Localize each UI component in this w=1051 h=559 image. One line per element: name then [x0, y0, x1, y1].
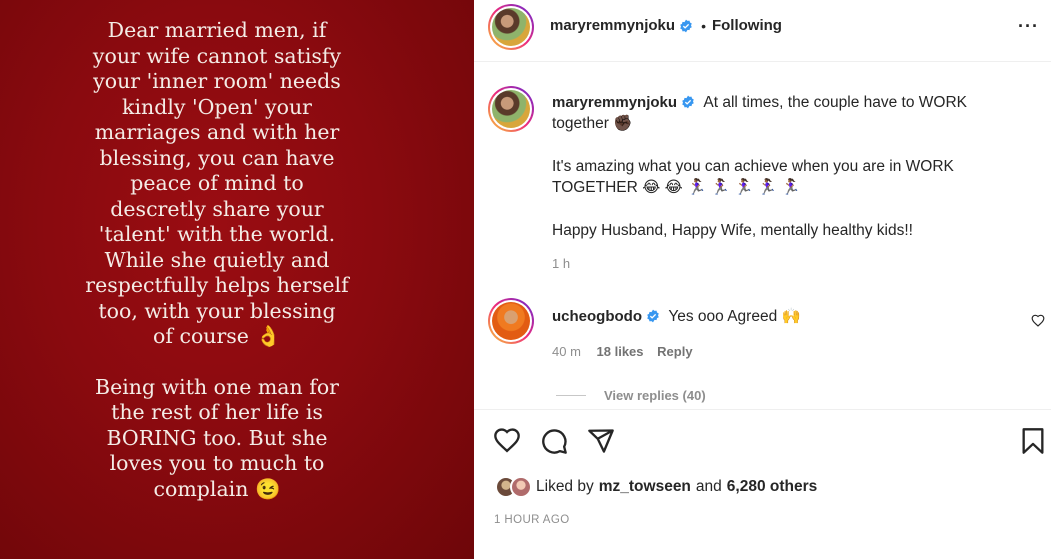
image-text-line: loves you to much to [109, 451, 325, 475]
post-image-text: Dear married men, if your wife cannot sat… [40, 18, 394, 502]
image-text-line: peace of mind to [130, 171, 304, 195]
image-text-line: too, with your blessing [98, 298, 336, 323]
comment-icon[interactable] [540, 427, 568, 455]
view-replies-line [556, 395, 586, 396]
comment-likes[interactable]: 18 likes [597, 344, 644, 359]
image-text-line: BORING too. But she [106, 425, 328, 450]
view-replies[interactable]: View replies (40) [556, 388, 706, 403]
author-avatar[interactable] [488, 4, 534, 50]
verified-badge-icon [647, 309, 659, 323]
image-text-line: of course 👌 [153, 324, 281, 348]
post-image[interactable]: Dear married men, if your wife cannot sat… [0, 0, 474, 559]
image-text-line: complain 😉 [153, 476, 281, 501]
image-text-line: your 'inner room' needs [93, 69, 341, 93]
separator-dot: • [701, 17, 706, 34]
author-username[interactable]: maryremmynjoku [550, 17, 675, 34]
comment-text: Yes ooo Agreed 🙌 [668, 308, 801, 325]
image-text-line: kindly 'Open' your [122, 94, 312, 119]
post-detail-panel: maryremmynjoku • Following ··· maryremmy… [474, 0, 1051, 559]
image-text-line: Dear married men, if [107, 18, 327, 42]
image-text-line: respectfully helps herself [85, 273, 349, 297]
liked-by: Liked by mz_towseen and 6,280 others [495, 476, 817, 498]
post-header: maryremmynjoku • Following ··· [474, 0, 1051, 62]
commenter-username[interactable]: ucheogbodo [552, 308, 642, 325]
caption-author-avatar[interactable] [488, 86, 534, 132]
comment-like-heart-icon[interactable] [1031, 314, 1045, 328]
heart-icon[interactable] [493, 427, 521, 455]
comment-reply-button[interactable]: Reply [657, 344, 692, 359]
liked-others[interactable]: 6,280 others [727, 478, 817, 496]
liker-avatar-2[interactable] [510, 476, 532, 498]
commenter-avatar[interactable] [488, 298, 534, 344]
image-text-line: 'talent' with the world. [98, 222, 336, 246]
caption-line-3: Happy Husband, Happy Wife, mentally heal… [552, 222, 913, 239]
verified-badge-icon [680, 19, 692, 32]
image-text-line: your wife cannot satisfy [92, 43, 342, 68]
share-icon[interactable] [587, 427, 615, 455]
liked-prefix: Liked by [536, 478, 594, 495]
image-text-line: marriages and with her [94, 120, 340, 144]
image-text-line: Being with one man for [95, 374, 339, 399]
caption-username[interactable]: maryremmynjoku [552, 94, 677, 111]
image-text-line: the rest of her life is [111, 400, 323, 424]
caption-time[interactable]: 1 h [552, 256, 992, 271]
more-options-icon[interactable]: ··· [1018, 16, 1039, 37]
caption-line-2: It's amazing what you can achieve when y… [552, 158, 954, 196]
image-text-line: blessing, you can have [99, 145, 335, 170]
post-image-paragraph-2: Being with one man for the rest of her li… [40, 375, 394, 503]
liked-user[interactable]: mz_towseen [599, 478, 691, 496]
view-replies-label[interactable]: View replies (40) [604, 388, 706, 403]
post-actions: Liked by mz_towseen and 6,280 others 1 H… [474, 409, 1051, 559]
comment: ucheogbodo Yes ooo Agreed 🙌 40 m 18 like… [552, 306, 992, 359]
bookmark-icon[interactable] [1019, 427, 1047, 455]
post-timestamp[interactable]: 1 HOUR AGO [494, 514, 570, 526]
image-text-line: descretly share your [110, 196, 324, 221]
post-image-paragraph-1: Dear married men, if your wife cannot sat… [40, 18, 394, 350]
following-button[interactable]: Following [712, 17, 782, 34]
comment-time[interactable]: 40 m [552, 344, 581, 359]
image-text-line: While she quietly and [104, 247, 330, 272]
caption: maryremmynjoku At all times, the couple … [552, 92, 992, 271]
verified-badge-icon [682, 95, 694, 109]
liked-and: and [695, 478, 722, 495]
